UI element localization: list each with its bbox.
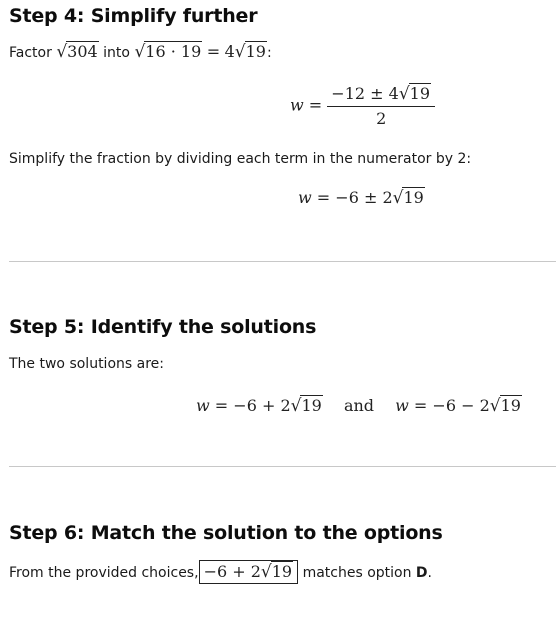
sqrt-19: √19 <box>489 395 522 416</box>
numerator: −12 ± 4√19 <box>327 83 435 106</box>
equation-fraction: w = −12 ± 4√19 2 <box>290 83 436 128</box>
denominator: 2 <box>376 109 387 128</box>
rhs-prefix: −6 ± 2 <box>335 188 393 207</box>
fraction: −12 ± 4√19 2 <box>327 83 436 128</box>
step-5-intro: The two solutions are: <box>9 356 164 372</box>
intro-middle: into <box>103 45 130 61</box>
option-label: D <box>415 565 428 581</box>
boxed-answer: −6 + 2√19 <box>198 560 299 584</box>
intro-prefix: Factor <box>9 45 52 61</box>
variable-w: w <box>290 95 304 115</box>
equals-sign: = <box>316 188 331 207</box>
sqrt-19: √19 <box>290 395 323 416</box>
sentence-middle: matches option <box>302 565 412 581</box>
solution-2-prefix: −6 − 2 <box>432 396 490 415</box>
sqrt-19: √19 <box>392 187 425 208</box>
step-6-heading: Step 6: Match the solution to the option… <box>9 522 443 544</box>
intro-suffix: : <box>266 45 272 61</box>
connector-and: and <box>343 396 375 415</box>
sqrt-16-19: √16 · 19 <box>134 41 203 62</box>
step-6-sentence: From the provided choices, −6 + 2√19 matc… <box>9 560 432 584</box>
sqrt-19: √19 <box>234 41 267 62</box>
sentence-suffix: . <box>427 565 432 581</box>
step-5-heading: Step 5: Identify the solutions <box>9 316 317 338</box>
step-4-heading: Step 4: Simplify further <box>9 5 258 27</box>
coefficient: 4 <box>224 42 235 61</box>
equals-sign: = <box>206 42 221 61</box>
equals-sign: = <box>214 396 229 415</box>
variable-w: w <box>298 188 312 207</box>
boxed-prefix: −6 + 2 <box>203 562 261 581</box>
equals-sign: = <box>413 396 428 415</box>
variable-w: w <box>196 396 210 415</box>
section-divider <box>9 261 556 262</box>
sqrt-19: √19 <box>260 561 294 582</box>
equation-simplified: w = −6 ± 2√19 <box>298 187 425 208</box>
section-divider <box>9 466 556 467</box>
sqrt-19: √19 <box>398 83 432 104</box>
variable-w: w <box>395 396 409 415</box>
numerator-prefix: −12 ± 4 <box>331 84 399 103</box>
equals-sign: = <box>308 95 323 115</box>
solutions-equation: w = −6 + 2√19 and w = −6 − 2√19 <box>196 395 522 416</box>
step-4-intro: Factor √304 into √16 · 19 = 4√19: <box>9 41 272 62</box>
solution-1-prefix: −6 + 2 <box>233 396 291 415</box>
sqrt-304: √304 <box>56 41 99 62</box>
step-4-explanation: Simplify the fraction by dividing each t… <box>9 151 472 167</box>
sentence-prefix: From the provided choices, <box>9 565 199 581</box>
